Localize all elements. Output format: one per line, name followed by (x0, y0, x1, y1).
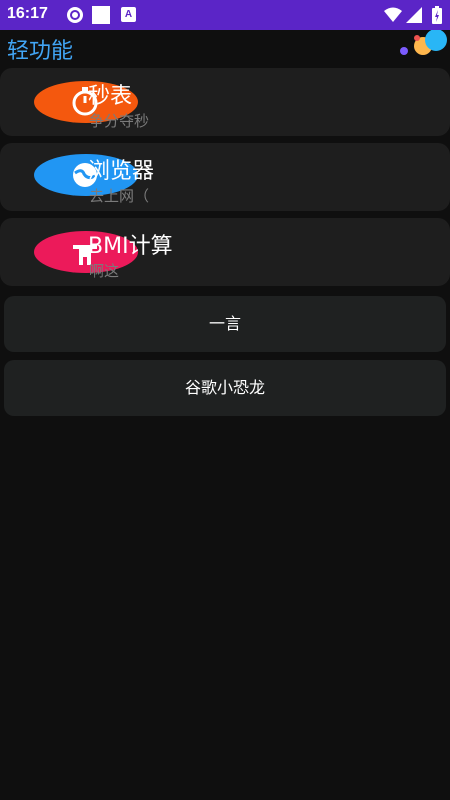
feature-card-bmi[interactable]: BMI计算 啊这 (0, 218, 450, 286)
feature-card-stopwatch[interactable]: 秒表 争分夺秒 (0, 68, 450, 136)
cellular-signal-icon (406, 7, 422, 23)
notification-square-icon (92, 6, 110, 24)
page-title: 轻功能 (7, 39, 74, 64)
notification-a-icon: A (121, 7, 136, 22)
feature-subtitle: 啊这 (89, 262, 120, 280)
dino-game-button[interactable]: 谷歌小恐龙 (4, 360, 446, 416)
feature-subtitle: 争分夺秒 (89, 112, 150, 130)
feature-title: 浏览器 (88, 159, 155, 184)
feature-subtitle: 去上网（ (89, 187, 150, 205)
feature-title: BMI计算 (88, 234, 173, 259)
yiyan-button[interactable]: 一言 (4, 296, 446, 352)
battery-icon (432, 6, 442, 24)
app-logo-icon (400, 30, 447, 55)
notification-circle-icon (67, 7, 83, 23)
status-time: 16:17 (7, 5, 48, 22)
wifi-icon (384, 7, 402, 22)
app-bar: 轻功能 (0, 30, 450, 64)
status-bar: 16:17 A (0, 0, 450, 30)
feature-title: 秒表 (88, 84, 133, 109)
feature-card-browser[interactable]: 浏览器 去上网（ (0, 143, 450, 211)
